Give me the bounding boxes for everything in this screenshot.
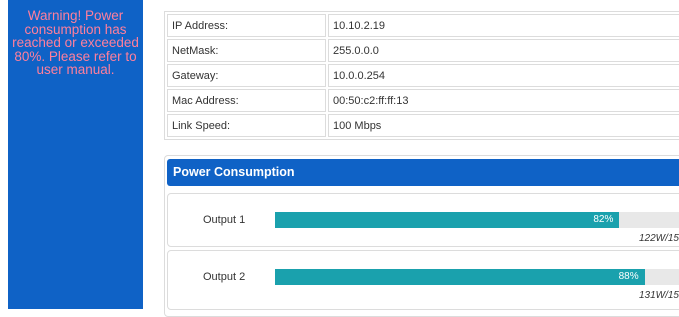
output-1-watts: 122W/150W bbox=[638, 233, 679, 244]
output-1-progress-track: 82% bbox=[275, 212, 679, 228]
output-2-percent: 88% bbox=[618, 271, 639, 282]
output-2-label: Output 2 bbox=[203, 271, 246, 283]
table-row: Mac Address: 00:50:c2:ff:ff:13 bbox=[167, 89, 679, 112]
table-row: Gateway: 10.0.0.254 bbox=[167, 64, 679, 87]
gateway-value: 10.0.0.254 bbox=[328, 64, 679, 87]
output-2-progress-fill: 88% bbox=[275, 269, 645, 285]
gateway-label: Gateway: bbox=[167, 64, 326, 87]
output-1-row: Output 1 82% 122W/150W bbox=[167, 193, 679, 247]
netmask-label: NetMask: bbox=[167, 39, 326, 62]
ip-address-label: IP Address: bbox=[167, 14, 326, 37]
network-info-table: IP Address: 10.10.2.19 NetMask: 255.0.0.… bbox=[164, 11, 679, 140]
power-consumption-panel: Power Consumption Output 1 82% 122W/150W… bbox=[164, 155, 679, 317]
link-speed-value: 100 Mbps bbox=[328, 114, 679, 137]
power-warning-text: Warning! Power consumption has reached o… bbox=[12, 8, 139, 78]
output-2-watts: 131W/150W bbox=[638, 290, 679, 301]
table-row: IP Address: 10.10.2.19 bbox=[167, 14, 679, 37]
output-2-row: Output 2 88% 131W/150W bbox=[167, 250, 679, 310]
mac-address-label: Mac Address: bbox=[167, 89, 326, 112]
output-1-label: Output 1 bbox=[203, 214, 246, 226]
sidebar: Warning! Power consumption has reached o… bbox=[8, 0, 143, 309]
output-1-percent: 82% bbox=[593, 214, 614, 225]
power-consumption-title: Power Consumption bbox=[173, 165, 295, 179]
table-row: NetMask: 255.0.0.0 bbox=[167, 39, 679, 62]
mac-address-value: 00:50:c2:ff:ff:13 bbox=[328, 89, 679, 112]
netmask-value: 255.0.0.0 bbox=[328, 39, 679, 62]
output-2-progress-track: 88% bbox=[275, 269, 679, 285]
power-consumption-header: Power Consumption bbox=[167, 159, 679, 186]
link-speed-label: Link Speed: bbox=[167, 114, 326, 137]
table-row: Link Speed: 100 Mbps bbox=[167, 114, 679, 137]
ip-address-value: 10.10.2.19 bbox=[328, 14, 679, 37]
output-1-progress-fill: 82% bbox=[275, 212, 620, 228]
